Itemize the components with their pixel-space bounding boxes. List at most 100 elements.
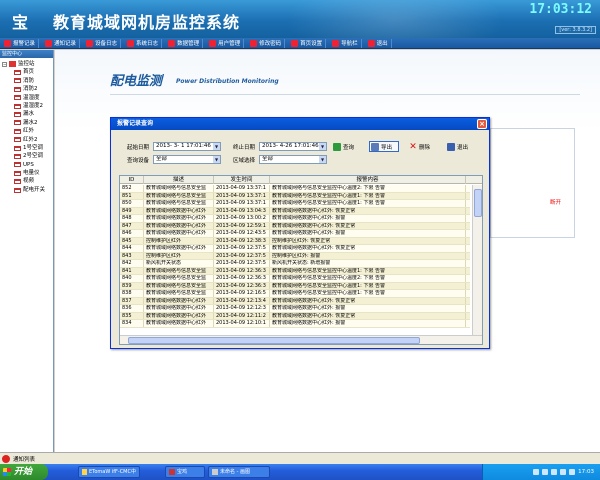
table-cell: 835: [120, 312, 144, 319]
notice-list-label[interactable]: 通知列表: [13, 455, 35, 463]
sidebar-item-7[interactable]: 红外: [2, 127, 54, 135]
table-cell: 教育城域网络数据中心红外: [144, 222, 214, 229]
table-cell: 839: [120, 282, 144, 289]
tray-icon[interactable]: [542, 469, 549, 475]
delete-button[interactable]: ✕ 删除: [409, 141, 430, 152]
volume-icon[interactable]: [569, 469, 576, 475]
sidebar-item-10[interactable]: 2号空调: [2, 152, 54, 160]
toolbar-item-9[interactable]: 退出: [365, 38, 392, 48]
device-icon: [14, 78, 21, 84]
sidebar-item-8[interactable]: 红外2: [2, 136, 54, 144]
table-row[interactable]: 836 教育城域网络数据中心红外 2013-04-09 12:12:3 教育城域网络数…: [120, 305, 470, 313]
sidebar-item-0[interactable]: 首页: [2, 68, 54, 76]
table-cell: 教育城域网络数据中心红外: 恢复正常: [270, 207, 466, 214]
collapse-icon[interactable]: −: [2, 61, 7, 67]
column-header-id[interactable]: ID: [120, 176, 144, 184]
toolbar-item-3[interactable]: 系统日志: [124, 38, 163, 48]
sidebar-item-label: 1号空调: [23, 144, 43, 151]
station-icon: [9, 61, 16, 68]
query-button[interactable]: 查询: [333, 141, 354, 152]
table-row[interactable]: 846 教育城域网络数据中心红外 2013-04-09 12:43:5 教育城域网络数…: [120, 230, 470, 238]
column-header-time[interactable]: 发生时间: [214, 176, 270, 184]
toolbar-item-8[interactable]: 导航栏: [329, 38, 362, 48]
close-icon[interactable]: ×: [477, 119, 487, 129]
column-header-content[interactable]: 报警内容: [270, 176, 466, 184]
sidebar-item-3[interactable]: 温湿度: [2, 94, 54, 102]
table-cell: 教育城域网络数据中心红外: 报警: [270, 215, 466, 222]
sidebar-item-11[interactable]: UPS: [2, 161, 54, 169]
horizontal-scrollbar[interactable]: [120, 335, 482, 344]
taskbar-item-1[interactable]: ETomaW ifF-CMC中: [78, 466, 140, 478]
dropdown-arrow-icon[interactable]: ▼: [213, 143, 220, 150]
export-button[interactable]: 导出: [369, 141, 400, 152]
toolbar-item-1[interactable]: 通知记录: [42, 38, 81, 48]
sidebar-item-13[interactable]: 视频: [2, 177, 54, 185]
table-cell: 教育城域网络数据中心红外: [144, 312, 214, 319]
tree-root[interactable]: − 监控站: [2, 60, 54, 68]
taskbar-item-3[interactable]: 未命名 - 画图: [208, 466, 270, 478]
area-select[interactable]: 全部 ▼: [259, 155, 327, 164]
start-button[interactable]: 开始: [0, 464, 48, 480]
sidebar-item-1[interactable]: 消防: [2, 77, 54, 85]
sidebar-item-2[interactable]: 消防2: [2, 85, 54, 93]
paint-icon: [212, 469, 218, 475]
toolbar-item-4[interactable]: 数据管理: [165, 38, 204, 48]
scroll-thumb[interactable]: [474, 189, 482, 217]
exit-icon: [367, 39, 375, 47]
table-row[interactable]: 851 教育城域网络与信息安全监 2013-04-09 13:37:1 教育城域网络与…: [120, 192, 470, 200]
sidebar-item-6[interactable]: 漏水2: [2, 119, 54, 127]
sidebar-item-14[interactable]: 配电开关: [2, 186, 54, 194]
end-date-field[interactable]: 2013- 4-26 17:01:46 ▼: [259, 142, 327, 151]
alarm-table: ID 描述 发生时间 报警内容 852 教育城域网络与信息安全监 2013-04-0…: [119, 175, 483, 345]
table-row[interactable]: 845 控制维护区红外 2013-04-09 12:38:3 控制维护区红外: 恢复正…: [120, 237, 470, 245]
toolbar-item-6[interactable]: 修改密码: [247, 38, 286, 48]
table-row[interactable]: 841 教育城域网络与信息安全监 2013-04-09 12:36:3 教育城域网络与…: [120, 267, 470, 275]
tray-icon[interactable]: [551, 469, 558, 475]
toolbar-item-2[interactable]: 设备日志: [83, 38, 122, 48]
start-date-field[interactable]: 2013- 3- 1 17:01:46 ▼: [153, 142, 221, 151]
toolbar-item-7[interactable]: 首页设置: [288, 38, 327, 48]
table-row[interactable]: 834 教育城域网络数据中心红外 2013-04-09 12:10:1 教育城域网络数…: [120, 320, 470, 328]
table-row[interactable]: 842 新风机开关状态 2013-04-09 12:37:5 新风机开关状态: 新增报…: [120, 260, 470, 268]
table-row[interactable]: 843 控制维护区红外 2013-04-09 12:37:5 控制维护区红外: 报警: [120, 252, 470, 260]
exit-button[interactable]: 退出: [447, 141, 468, 152]
sidebar-item-5[interactable]: 漏水: [2, 110, 54, 118]
exit-label: 退出: [457, 144, 469, 151]
tray-icon[interactable]: [533, 469, 540, 475]
table-row[interactable]: 844 教育城域网络数据中心红外 2013-04-09 12:37:5 教育城域网络数…: [120, 245, 470, 253]
sidebar-item-4[interactable]: 温湿度2: [2, 102, 54, 110]
sidebar-item-label: 消防2: [23, 86, 38, 93]
taskbar-item-2[interactable]: 宝鸡: [165, 466, 205, 478]
table-row[interactable]: 848 教育城域网络数据中心红外 2013-04-09 13:00:2 教育城域网络数…: [120, 215, 470, 223]
table-row[interactable]: 839 教育城域网络与信息安全监 2013-04-09 12:36:3 教育城域网络与…: [120, 282, 470, 290]
table-row[interactable]: 847 教育城域网络数据中心红外 2013-04-09 12:59:1 教育城域网络数…: [120, 222, 470, 230]
vertical-scrollbar[interactable]: [472, 185, 482, 336]
sidebar-item-12[interactable]: 电量仪: [2, 169, 54, 177]
table-row[interactable]: 852 教育城域网络与信息安全监 2013-04-09 13:37:1 教育城域网络与…: [120, 185, 470, 193]
sidebar-item-label: 电量仪: [23, 170, 40, 177]
table-cell: 新风机开关状态: 新增报警: [270, 260, 466, 267]
nav-bar-icon: [332, 39, 340, 47]
table-row[interactable]: 850 教育城域网络与信息安全监 2013-04-09 13:37:1 教育城域网络与…: [120, 200, 470, 208]
table-row[interactable]: 835 教育城域网络数据中心红外 2013-04-09 12:11:2 教育城域网络数…: [120, 312, 470, 320]
table-row[interactable]: 837 教育城域网络数据中心红外 2013-04-09 12:13:4 教育城域网络数…: [120, 297, 470, 305]
table-cell: 2013-04-09 12:37:5: [214, 260, 270, 267]
banner-decoration: [285, 0, 505, 38]
toolbar-item-0[interactable]: 报警记录: [1, 38, 40, 48]
dropdown-arrow-icon[interactable]: ▼: [319, 143, 326, 150]
table-row[interactable]: 849 教育城域网络数据中心红外 2013-04-09 13:04:3 教育城域网络数…: [120, 207, 470, 215]
column-header-desc[interactable]: 描述: [144, 176, 214, 184]
toolbar-item-5[interactable]: 用户管理: [206, 38, 245, 48]
table-row[interactable]: 838 教育城域网络与信息安全监 2013-04-09 12:16:5 教育城域网络与…: [120, 290, 470, 298]
start-date-label: 起始日期: [127, 145, 150, 151]
delete-icon: ✕: [409, 141, 417, 152]
table-row[interactable]: 840 教育城域网络与信息安全监 2013-04-09 12:36:3 教育城域网络与…: [120, 275, 470, 283]
sidebar-item-label: 漏水2: [23, 119, 38, 126]
sidebar-item-9[interactable]: 1号空调: [2, 144, 54, 152]
dropdown-arrow-icon[interactable]: ▼: [213, 156, 220, 163]
scroll-thumb[interactable]: [128, 337, 420, 344]
device-select[interactable]: 全部 ▼: [153, 155, 221, 164]
dropdown-arrow-icon[interactable]: ▼: [319, 156, 326, 163]
tray-icon[interactable]: [560, 469, 567, 475]
sidebar-item-label: 红外2: [23, 136, 38, 143]
